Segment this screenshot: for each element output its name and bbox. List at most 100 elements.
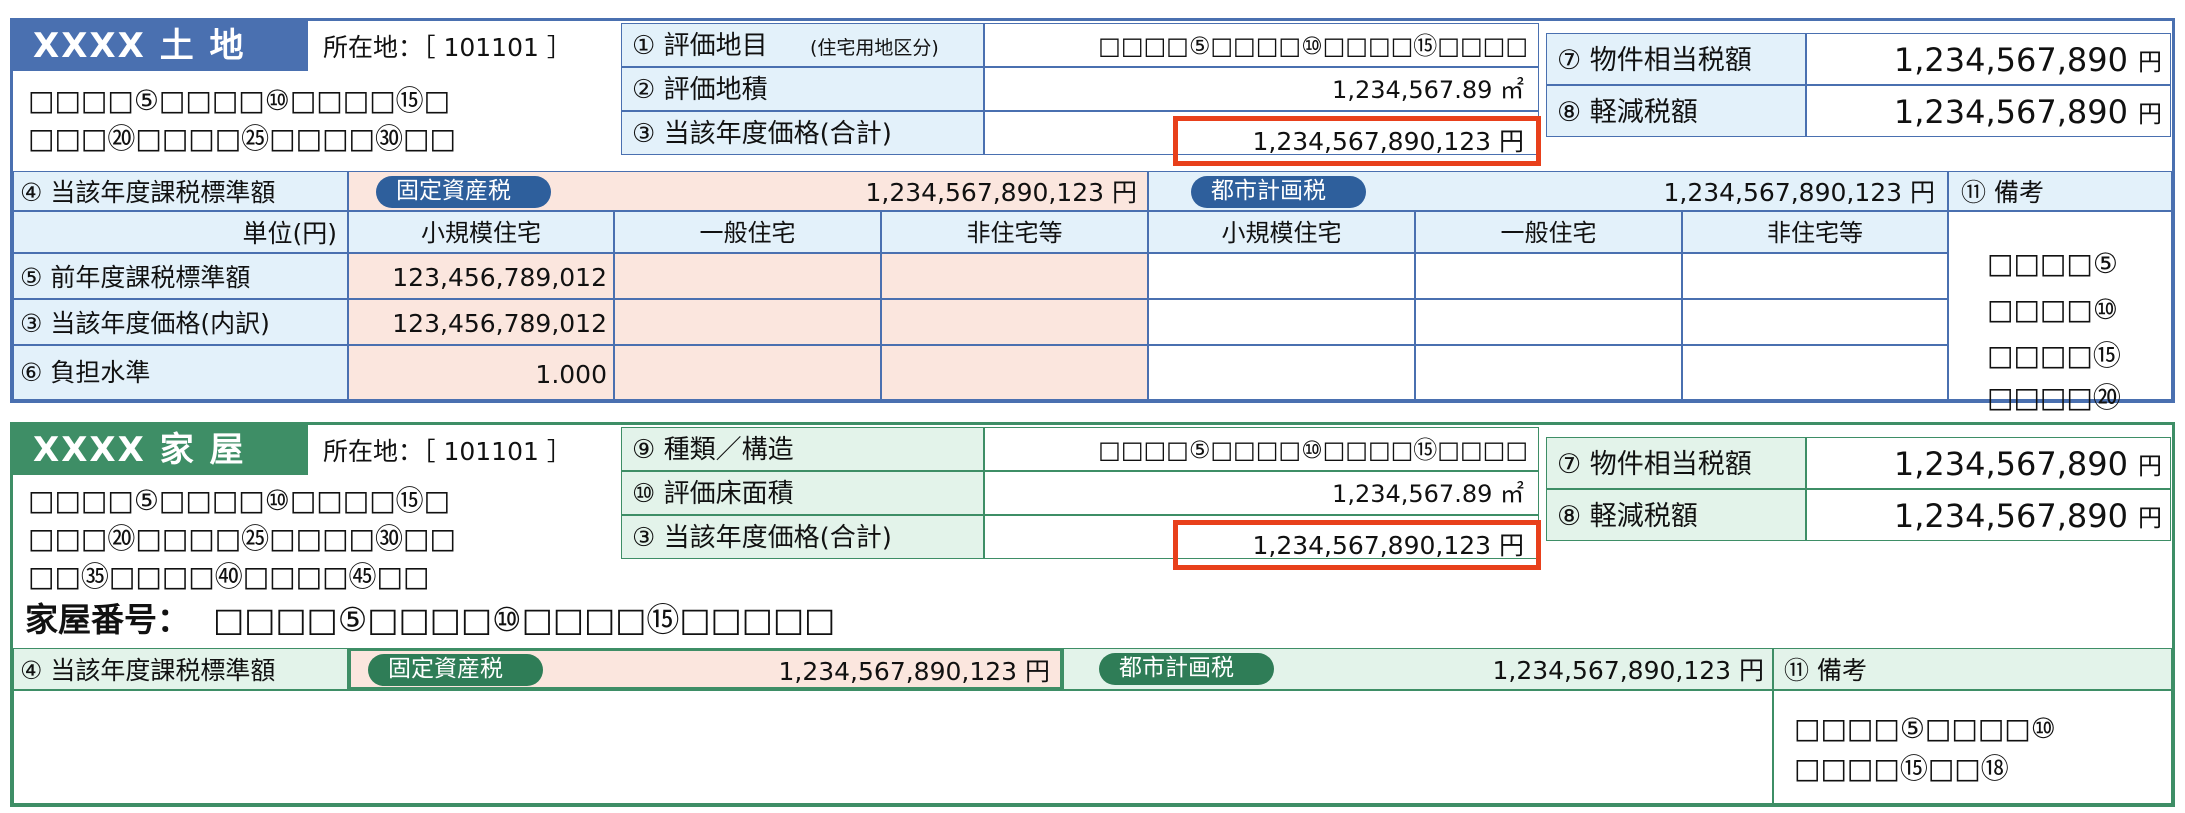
house-fixed-tax-cell: 固定資産税 1,234,567,890,123 円: [348, 648, 1063, 690]
house-remarks-label-cell: ⑪ 備考: [1773, 648, 2172, 690]
house-item7-label: ⑦ 物件相当税額: [1557, 449, 1752, 480]
house-fixed-tax-value: 1,234,567,890,123 円: [778, 657, 1050, 686]
land-location: 所在地：［ 101101 ］: [323, 33, 572, 62]
house-item8-yen: 円: [2138, 504, 2162, 532]
land-item3-value: 1,234,567,890,123 円: [1252, 127, 1524, 156]
land-item3-label-cell: ③ 当該年度価格(合計): [621, 111, 984, 155]
land-fixed-tax-badge-bg: 固定資産税: [376, 176, 551, 208]
land-row5-general-fixed: [614, 253, 881, 299]
land-title-bar: XXXX 土 地: [13, 21, 308, 71]
house-address-line3: □□㉟□□□□㊵□□□□㊺□□: [28, 560, 430, 593]
land-unit-cell: 単位(円): [13, 211, 348, 253]
land-col-general-fixed-label: 一般住宅: [699, 219, 796, 247]
house-fixed-tax-badge-bg: 固定資産税: [368, 654, 543, 686]
house-item9-value-cell: □□□□⑤□□□□⑩□□□□⑮□□□□: [984, 427, 1539, 471]
house-location: 所在地：［ 101101 ］: [323, 437, 572, 466]
house-item10-value: 1,234,567.89 ㎡: [1332, 480, 1524, 508]
house-item9-value: □□□□⑤□□□□⑩□□□□⑮□□□□: [1098, 436, 1528, 464]
land-remarks-line4: □□□□⑳: [1987, 381, 2121, 414]
land-city-tax-badge-bg: 都市計画税: [1191, 176, 1366, 208]
land-remarks-line3: □□□□⑮: [1987, 339, 2121, 372]
land-row6-small-value: 1.000: [535, 360, 607, 389]
land-col-small-fixed-label: 小規模住宅: [421, 219, 541, 247]
house-city-tax-badge-bg: 都市計画税: [1099, 653, 1274, 685]
house-item4-label: ④ 当該年度課税標準額: [20, 656, 276, 685]
land-item7-value: 1,234,567,890: [1893, 41, 2128, 79]
land-col-small-city: 小規模住宅: [1148, 211, 1415, 253]
house-address-line1: □□□□⑤□□□□⑩□□□□⑮□: [28, 484, 451, 517]
house-item8-label: ⑧ 軽減税額: [1557, 501, 1698, 532]
house-item10-label-cell: ⑩ 評価床面積: [621, 471, 984, 515]
house-item4-label-cell: ④ 当該年度課税標準額: [13, 648, 348, 690]
land-item2-label-cell: ② 評価地積: [621, 67, 984, 111]
land-item4-label: ④ 当該年度課税標準額: [20, 178, 276, 207]
house-remarks-label: ⑪ 備考: [1784, 656, 1867, 685]
land-row5-label: ⑤ 前年度課税標準額: [20, 263, 251, 292]
house-city-tax-value: 1,234,567,890,123 円: [1492, 656, 1764, 685]
land-row5-nonres-fixed: [881, 253, 1148, 299]
house-item7-value: 1,234,567,890: [1893, 445, 2128, 483]
land-item2-label: ② 評価地積: [632, 75, 768, 105]
land-row6-small-city: [1148, 345, 1415, 400]
land-row5-small-fixed: 123,456,789,012: [348, 253, 614, 299]
house-remarks-line2: □□□□⑮□□⑱: [1794, 752, 2009, 785]
land-item2-value-cell: 1,234,567.89 ㎡: [984, 67, 1539, 111]
land-item8-label-cell: ⑧ 軽減税額: [1546, 85, 1806, 137]
land-item1-value-cell: □□□□⑤□□□□⑩□□□□⑮□□□□: [984, 23, 1539, 67]
land-col-general-city: 一般住宅: [1415, 211, 1682, 253]
land-row5-nonres-city: [1682, 253, 1948, 299]
land-item2-value: 1,234,567.89 ㎡: [1332, 76, 1524, 104]
land-item1-label-cell: ① 評価地目 (住宅用地区分): [621, 23, 984, 67]
land-row5-small-city: [1148, 253, 1415, 299]
house-item10-value-cell: 1,234,567.89 ㎡: [984, 471, 1539, 515]
land-fixed-tax-value: 1,234,567,890,123 円: [865, 178, 1137, 207]
house-item9-label: ⑨ 種類／構造: [632, 435, 794, 465]
land-col-general-city-label: 一般住宅: [1500, 219, 1597, 247]
land-row3-nonres-city: [1682, 299, 1948, 345]
land-row5-general-city: [1415, 253, 1682, 299]
land-row5-small-value: 123,456,789,012: [392, 263, 607, 292]
house-city-tax-badge: 都市計画税: [1119, 655, 1234, 681]
house-body-empty: [13, 690, 1773, 804]
land-row6-general-fixed: [614, 345, 881, 400]
land-row6-nonres-city: [1682, 345, 1948, 400]
land-remarks-label-cell: ⑪ 備考: [1948, 171, 2172, 211]
land-item3-label: ③ 当該年度価格(合計): [632, 119, 892, 149]
land-item8-label: ⑧ 軽減税額: [1557, 97, 1698, 128]
land-row3-general-fixed: [614, 299, 881, 345]
land-fixed-tax-badge: 固定資産税: [396, 178, 511, 204]
land-row6-label-cell: ⑥ 負担水準: [13, 345, 348, 400]
house-section: XXXX 家 屋 所在地：［ 101101 ］ □□□□⑤□□□□⑩□□□□⑮□…: [10, 422, 2175, 807]
land-city-tax-cell: 都市計画税 1,234,567,890,123 円: [1148, 171, 1948, 211]
land-remarks-label: ⑪ 備考: [1961, 178, 2044, 207]
land-row5-label-cell: ⑤ 前年度課税標準額: [13, 253, 348, 299]
land-row3-small-city: [1148, 299, 1415, 345]
land-row3-nonres-fixed: [881, 299, 1148, 345]
land-col-general-fixed: 一般住宅: [614, 211, 881, 253]
land-row6-general-city: [1415, 345, 1682, 400]
house-fixed-tax-badge: 固定資産税: [388, 656, 503, 682]
land-row6-nonres-fixed: [881, 345, 1148, 400]
land-title: XXXX 土 地: [33, 26, 246, 66]
house-title: XXXX 家 屋: [33, 430, 246, 470]
house-item3-label: ③ 当該年度価格(合計): [632, 523, 892, 553]
house-item8-value-cell: 1,234,567,890 円: [1806, 489, 2171, 541]
land-item1-value: □□□□⑤□□□□⑩□□□□⑮□□□□: [1098, 32, 1528, 60]
land-remarks-body: □□□□⑤ □□□□⑩ □□□□⑮ □□□□⑳: [1948, 211, 2172, 412]
house-number-value: □□□□⑤□□□□⑩□□□□⑮□□□□□: [213, 600, 836, 639]
land-remarks-line2: □□□□⑩: [1987, 293, 2118, 326]
land-row3-general-city: [1415, 299, 1682, 345]
land-fixed-tax-cell: 固定資産税 1,234,567,890,123 円: [348, 171, 1148, 211]
house-item3-value: 1,234,567,890,123 円: [1252, 531, 1524, 560]
land-row3-label-cell: ③ 当該年度価格(内訳): [13, 299, 348, 345]
land-city-tax-value: 1,234,567,890,123 円: [1663, 178, 1935, 207]
land-row3-label: ③ 当該年度価格(内訳): [20, 309, 270, 338]
house-remarks-body: □□□□⑤□□□□⑩ □□□□⑮□□⑱: [1773, 690, 2172, 804]
land-item3-highlight: 1,234,567,890,123 円: [1173, 116, 1541, 166]
land-remarks-line1: □□□□⑤: [1987, 247, 2118, 280]
land-address-line2: □□□⑳□□□□㉕□□□□㉚□□: [28, 122, 456, 155]
land-item7-label-cell: ⑦ 物件相当税額: [1546, 33, 1806, 85]
land-row3-small-value: 123,456,789,012: [392, 309, 607, 338]
land-col-nonres-city: 非住宅等: [1682, 211, 1948, 253]
house-city-tax-cell: 都市計画税 1,234,567,890,123 円: [1063, 648, 1773, 690]
